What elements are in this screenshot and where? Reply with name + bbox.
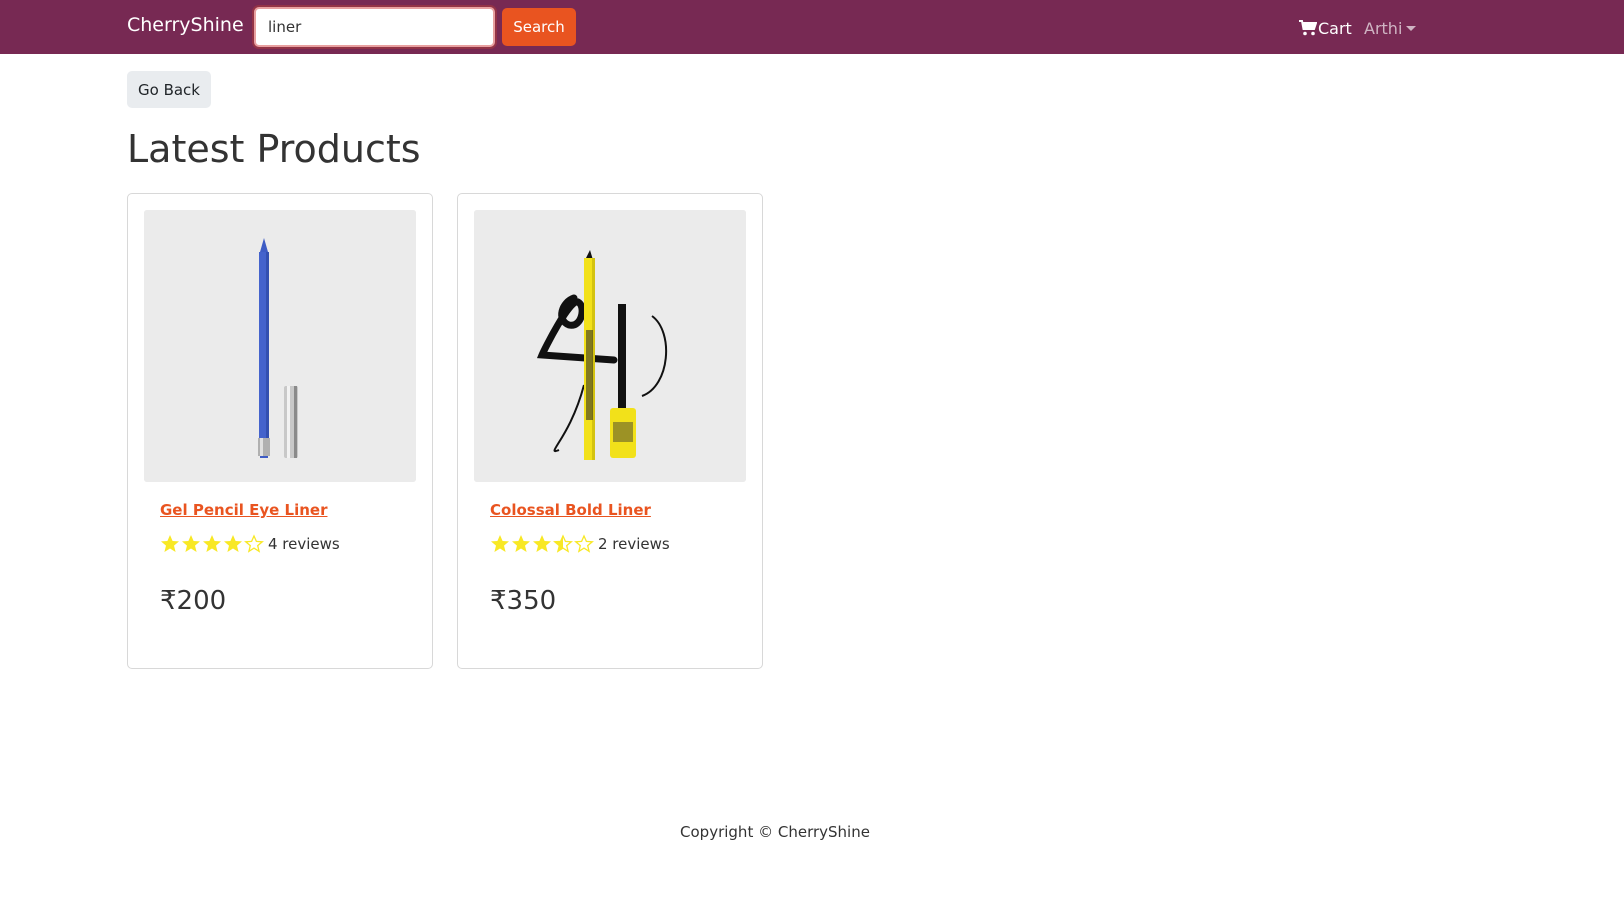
product-price: ₹200: [160, 586, 227, 616]
product-rating: 4 reviews: [160, 533, 340, 555]
star-full-icon: [182, 535, 200, 552]
search-button[interactable]: Search: [502, 8, 576, 46]
product-name-link[interactable]: Colossal Bold Liner: [490, 501, 651, 519]
go-back-button[interactable]: Go Back: [127, 71, 211, 108]
star-half-icon: [553, 534, 573, 553]
star-full-icon: [512, 535, 530, 552]
chevron-down-icon: [1406, 25, 1417, 31]
review-count: 4 reviews: [268, 535, 340, 553]
star-empty-icon: [574, 534, 594, 553]
yellow-eyeliner-set-icon: [474, 210, 746, 482]
star-full-icon: [491, 535, 509, 552]
review-count: 2 reviews: [598, 535, 670, 553]
star-full-icon: [203, 535, 221, 552]
product-image[interactable]: [474, 210, 746, 482]
product-rating: 2 reviews: [490, 533, 670, 555]
user-dropdown[interactable]: Arthi: [1364, 17, 1417, 39]
cart-link[interactable]: Cart: [1299, 17, 1352, 39]
product-image[interactable]: [144, 210, 416, 482]
product-price: ₹350: [490, 586, 557, 616]
star-empty-icon: [244, 534, 264, 553]
product-name-link[interactable]: Gel Pencil Eye Liner: [160, 501, 327, 519]
search-input[interactable]: [254, 7, 495, 47]
page-title: Latest Products: [127, 127, 421, 171]
product-card: Colossal Bold Liner 2 reviews ₹350: [457, 193, 763, 669]
brand-logo[interactable]: CherryShine: [127, 14, 244, 36]
top-navbar: CherryShine Search Cart Arthi: [0, 0, 1624, 54]
user-name: Arthi: [1364, 18, 1403, 38]
star-full-icon: [224, 535, 242, 552]
cart-icon: [1299, 20, 1317, 36]
star-full-icon: [161, 535, 179, 552]
blue-eye-pencil-icon: [144, 210, 416, 482]
cart-label: Cart: [1318, 18, 1352, 38]
product-card: Gel Pencil Eye Liner 4 reviews ₹200: [127, 193, 433, 669]
star-full-icon: [533, 535, 551, 552]
footer-copyright: Copyright © CherryShine: [680, 823, 870, 841]
